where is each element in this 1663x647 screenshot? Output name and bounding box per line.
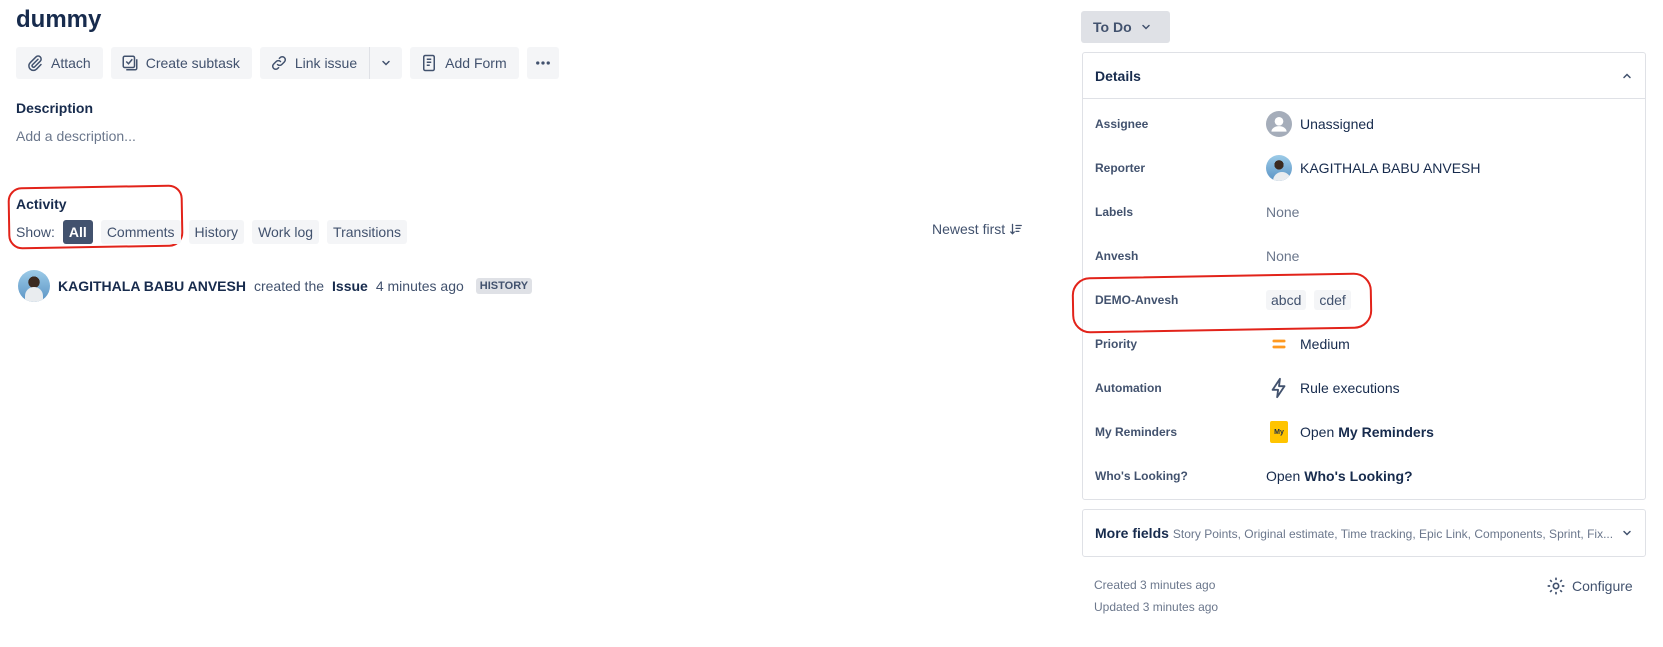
gear-icon bbox=[1547, 577, 1565, 595]
link-icon bbox=[271, 55, 286, 71]
chevron-down-icon bbox=[1623, 530, 1631, 536]
activity-object: Issue bbox=[332, 278, 368, 294]
priority-name: Medium bbox=[1300, 336, 1350, 352]
labels-value[interactable]: None bbox=[1266, 204, 1299, 220]
priority-label: Priority bbox=[1095, 337, 1138, 351]
link-issue-dropdown[interactable] bbox=[370, 47, 402, 79]
sort-order-button[interactable]: Newest first bbox=[932, 221, 1023, 237]
activity-heading: Activity bbox=[16, 196, 67, 212]
lightning-bolt-icon bbox=[1271, 377, 1286, 399]
subtask-icon bbox=[122, 55, 138, 71]
field-whos-looking: Who's Looking? Open Who's Looking? bbox=[1095, 461, 1633, 491]
priority-medium-icon bbox=[1272, 339, 1286, 349]
reporter-label: Reporter bbox=[1095, 161, 1146, 175]
automation-link: Rule executions bbox=[1300, 380, 1400, 396]
whos-looking-label: Who's Looking? bbox=[1095, 469, 1188, 483]
field-anvesh: Anvesh None bbox=[1095, 241, 1633, 271]
sort-label: Newest first bbox=[932, 221, 1006, 237]
attach-label: Attach bbox=[51, 55, 91, 71]
configure-button[interactable]: Configure bbox=[1546, 576, 1633, 596]
reporter-name: KAGITHALA BABU ANVESH bbox=[1300, 160, 1481, 176]
assignee-name: Unassigned bbox=[1300, 116, 1374, 132]
activity-action: created the bbox=[253, 278, 325, 294]
whos-looking-open: Open bbox=[1266, 468, 1301, 484]
more-fields-panel[interactable]: More fields Story Points, Original estima… bbox=[1082, 509, 1646, 557]
show-label: Show: bbox=[16, 224, 55, 240]
link-issue-split-button: Link issue bbox=[259, 47, 403, 79]
attach-button[interactable]: Attach bbox=[16, 47, 103, 79]
field-priority: Priority Medium bbox=[1095, 329, 1633, 359]
assignee-value[interactable]: Unassigned bbox=[1266, 111, 1374, 137]
whos-looking-link: Who's Looking? bbox=[1304, 468, 1413, 484]
field-assignee: Assignee Unassigned bbox=[1095, 109, 1633, 139]
chevron-down-icon bbox=[1141, 24, 1150, 30]
configure-label: Configure bbox=[1572, 578, 1633, 594]
field-reporter: Reporter KAGITHALA BABU ANVESH bbox=[1095, 153, 1633, 183]
reporter-value[interactable]: KAGITHALA BABU ANVESH bbox=[1266, 155, 1481, 181]
activity-user[interactable]: KAGITHALA BABU ANVESH bbox=[58, 278, 246, 294]
details-header[interactable]: Details bbox=[1083, 53, 1645, 99]
labels-label: Labels bbox=[1095, 205, 1134, 219]
create-subtask-label: Create subtask bbox=[145, 55, 240, 71]
chevron-down-icon bbox=[382, 60, 390, 66]
description-heading: Description bbox=[16, 100, 94, 116]
activity-entry: KAGITHALA BABU ANVESH created the Issue … bbox=[18, 270, 533, 302]
filter-history[interactable]: History bbox=[188, 220, 245, 244]
form-icon bbox=[423, 54, 436, 72]
field-labels: Labels None bbox=[1095, 197, 1633, 227]
create-subtask-button[interactable]: Create subtask bbox=[110, 47, 252, 79]
status-label: To Do bbox=[1093, 19, 1132, 35]
reminders-value[interactable]: My Open My Reminders bbox=[1266, 421, 1434, 443]
whos-looking-value[interactable]: Open Who's Looking? bbox=[1266, 468, 1413, 484]
filter-transitions[interactable]: Transitions bbox=[327, 220, 407, 244]
reminders-link: My Reminders bbox=[1338, 424, 1434, 440]
activity-time[interactable]: 4 minutes ago bbox=[376, 278, 464, 294]
add-form-label: Add Form bbox=[445, 55, 507, 71]
reminders-label: My Reminders bbox=[1095, 425, 1178, 439]
details-title: Details bbox=[1095, 67, 1141, 84]
reminders-app-logo: My bbox=[1270, 421, 1288, 443]
more-fields-label: More fields bbox=[1095, 525, 1169, 541]
created-timestamp: Created 3 minutes ago bbox=[1094, 578, 1216, 592]
priority-value[interactable]: Medium bbox=[1266, 335, 1350, 353]
more-horizontal-icon bbox=[535, 61, 550, 65]
anvesh-value[interactable]: None bbox=[1266, 248, 1299, 264]
anvesh-label: Anvesh bbox=[1095, 249, 1139, 263]
annotation-circle-demo-anvesh bbox=[1071, 272, 1373, 334]
automation-value[interactable]: Rule executions bbox=[1266, 377, 1400, 399]
link-issue-label: Link issue bbox=[294, 55, 358, 71]
reminders-open: Open bbox=[1300, 424, 1335, 440]
activity-filter-row: Show: All Comments History Work log Tran… bbox=[16, 220, 407, 244]
field-automation: Automation Rule executions bbox=[1095, 373, 1633, 403]
description-input[interactable]: Add a description... bbox=[16, 128, 136, 144]
user-avatar[interactable] bbox=[18, 270, 50, 302]
more-actions-button[interactable] bbox=[526, 47, 559, 79]
issue-toolbar: Attach Create subtask Link issue Add For… bbox=[16, 47, 559, 79]
issue-title[interactable]: dummy bbox=[16, 6, 101, 34]
field-my-reminders: My Reminders My Open My Reminders bbox=[1095, 417, 1633, 447]
sort-descending-icon bbox=[1010, 223, 1023, 235]
filter-comments[interactable]: Comments bbox=[100, 220, 181, 244]
chevron-up-icon bbox=[1623, 72, 1631, 78]
unassigned-user-icon bbox=[1266, 111, 1292, 137]
more-fields-subtitle: Story Points, Original estimate, Time tr… bbox=[1172, 527, 1614, 541]
assignee-label: Assignee bbox=[1095, 117, 1149, 131]
history-badge: HISTORY bbox=[475, 278, 533, 294]
automation-label: Automation bbox=[1095, 381, 1162, 395]
status-dropdown[interactable]: To Do bbox=[1081, 11, 1170, 43]
link-issue-button[interactable]: Link issue bbox=[260, 47, 369, 79]
filter-all[interactable]: All bbox=[62, 220, 93, 244]
updated-timestamp: Updated 3 minutes ago bbox=[1094, 600, 1219, 614]
paperclip-icon bbox=[28, 55, 42, 72]
add-form-button[interactable]: Add Form bbox=[410, 47, 519, 79]
filter-work-log[interactable]: Work log bbox=[252, 220, 320, 244]
reporter-avatar bbox=[1266, 155, 1292, 181]
more-fields-title: More fields Story Points, Original estima… bbox=[1095, 525, 1613, 541]
